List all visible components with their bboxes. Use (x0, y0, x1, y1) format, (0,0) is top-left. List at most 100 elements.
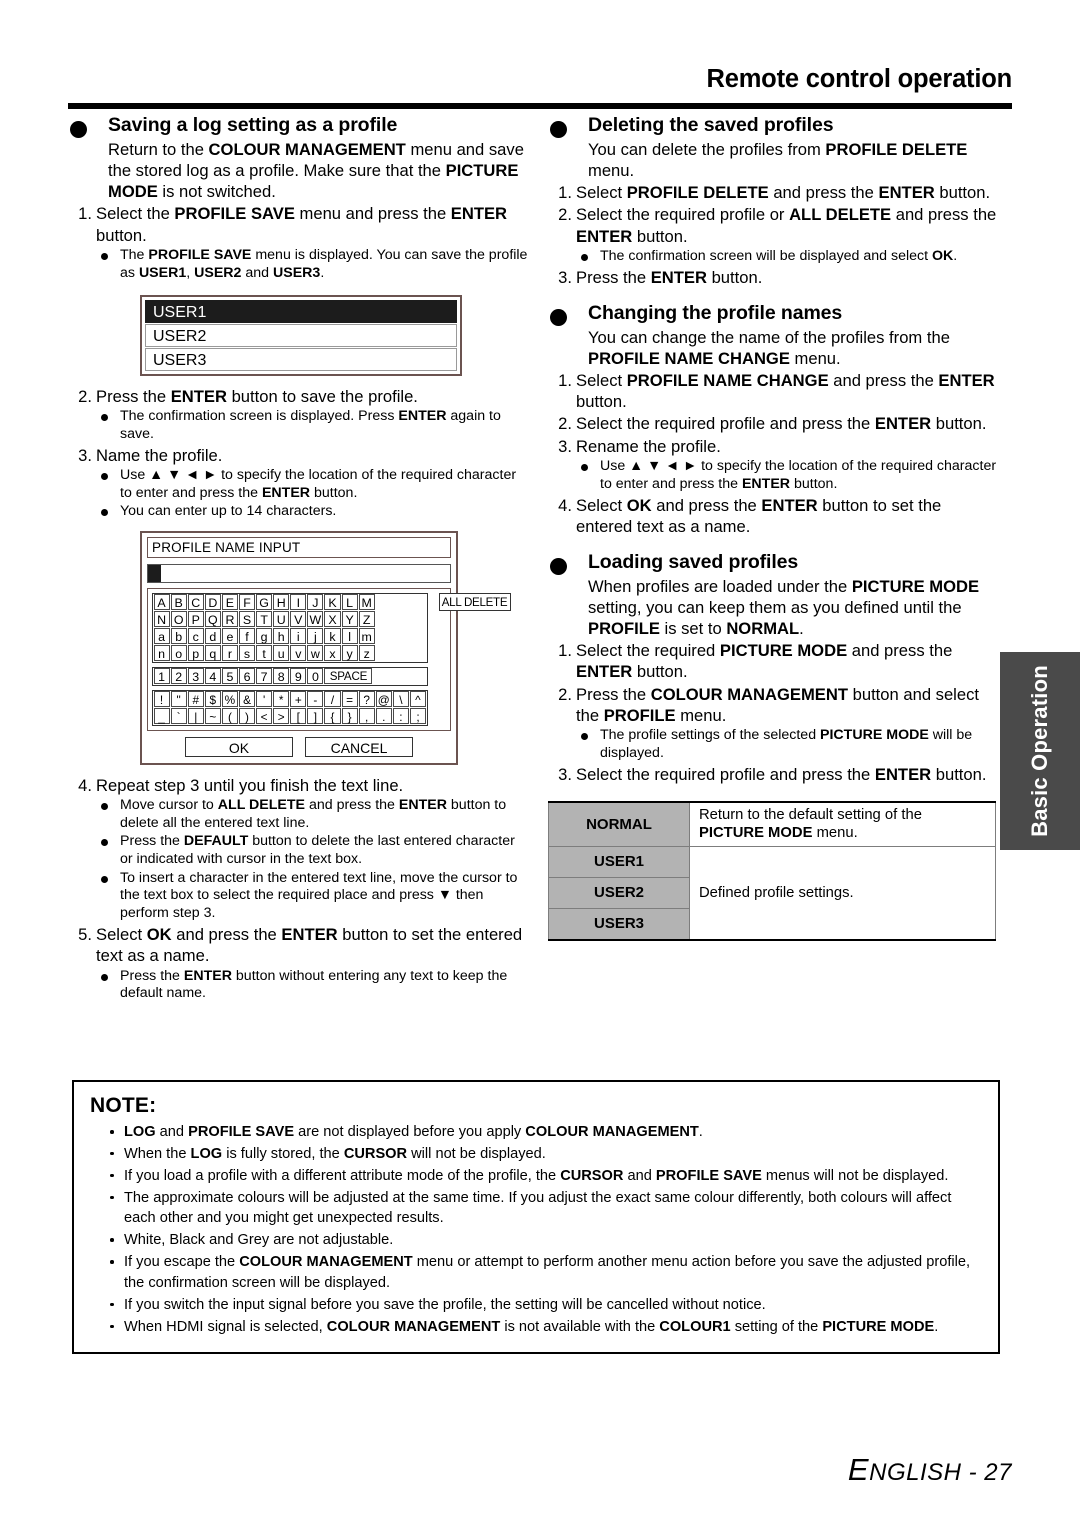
keyboard-key[interactable]: & (238, 691, 256, 708)
keyboard-key[interactable]: X (324, 611, 341, 628)
keyboard-key[interactable]: q (204, 645, 221, 662)
menu-item-user2[interactable]: USER2 (145, 323, 457, 347)
keyboard-key[interactable]: E (221, 594, 238, 611)
keyboard-key[interactable]: 0 (307, 668, 324, 685)
keyboard-key[interactable]: Q (204, 611, 221, 628)
keyboard-key[interactable]: n (153, 645, 170, 662)
keyboard-key[interactable]: ! (153, 691, 170, 708)
keyboard-key[interactable]: p (187, 645, 204, 662)
keyboard-key[interactable]: a (153, 628, 170, 645)
keyboard-key[interactable]: i (290, 628, 307, 645)
keyboard-key[interactable]: H (273, 594, 290, 611)
keyboard-key[interactable]: < (256, 708, 273, 725)
keyboard-key[interactable]: 7 (256, 668, 273, 685)
keyboard-key[interactable]: = (341, 691, 358, 708)
keyboard-key[interactable]: $ (204, 691, 221, 708)
keyboard-key[interactable]: } (341, 708, 358, 725)
keyboard-key[interactable]: V (290, 611, 307, 628)
keyboard-key[interactable]: ` (170, 708, 187, 725)
keyboard-key[interactable]: [ (290, 708, 307, 725)
keyboard-key[interactable]: x (324, 645, 341, 662)
keyboard-key[interactable]: w (307, 645, 324, 662)
keyboard-key[interactable]: t (256, 645, 273, 662)
keyboard-key[interactable]: K (324, 594, 341, 611)
keyboard-key[interactable]: M (358, 594, 375, 611)
keyboard-key[interactable]: k (324, 628, 341, 645)
menu-item-user3[interactable]: USER3 (145, 347, 457, 371)
keyboard-key[interactable]: , (358, 708, 375, 725)
keyboard-key[interactable]: b (170, 628, 187, 645)
keyboard-key[interactable]: G (256, 594, 273, 611)
keyboard-key[interactable]: ? (358, 691, 375, 708)
keyboard-key[interactable]: ~ (204, 708, 221, 725)
menu-item-user1[interactable]: USER1 (145, 299, 457, 323)
pni-text-input[interactable] (147, 563, 451, 583)
keyboard-key[interactable]: l (341, 628, 358, 645)
keyboard-key[interactable]: 6 (238, 668, 256, 685)
keyboard-key[interactable]: o (170, 645, 187, 662)
keyboard-key[interactable]: J (307, 594, 324, 611)
keyboard-key[interactable]: N (153, 611, 170, 628)
keyboard-key[interactable]: { (324, 708, 341, 725)
keyboard-key[interactable]: # (187, 691, 204, 708)
keyboard-key[interactable]: v (290, 645, 307, 662)
keyboard-key[interactable]: W (307, 611, 324, 628)
keyboard-key[interactable]: z (358, 645, 375, 662)
keyboard-key[interactable]: C (187, 594, 204, 611)
keyboard-key[interactable]: ; (409, 708, 426, 725)
keyboard-key[interactable]: I (290, 594, 307, 611)
keyboard-key[interactable]: O (170, 611, 187, 628)
ok-button[interactable]: OK (185, 736, 293, 757)
keyboard-key[interactable]: L (341, 594, 358, 611)
keyboard-key[interactable]: j (307, 628, 324, 645)
keyboard-key[interactable]: d (204, 628, 221, 645)
keyboard-key[interactable]: c (187, 628, 204, 645)
keyboard-key[interactable]: ^ (409, 691, 426, 708)
keyboard-key[interactable]: y (341, 645, 358, 662)
keyboard-key[interactable]: U (273, 611, 290, 628)
keyboard-key[interactable]: | (187, 708, 204, 725)
keyboard-key[interactable]: B (170, 594, 187, 611)
keyboard-key[interactable]: - (307, 691, 324, 708)
keyboard-key[interactable]: * (273, 691, 290, 708)
keyboard-key[interactable]: D (204, 594, 221, 611)
keyboard-key[interactable]: e (221, 628, 238, 645)
keyboard-key[interactable]: 8 (273, 668, 290, 685)
keyboard-key[interactable]: 1 (153, 668, 170, 685)
keyboard-key[interactable]: 2 (170, 668, 187, 685)
keyboard-key[interactable]: g (256, 628, 273, 645)
keyboard-key[interactable]: + (290, 691, 307, 708)
keyboard-key[interactable]: / (324, 691, 341, 708)
keyboard-key[interactable]: Z (358, 611, 375, 628)
keyboard-key[interactable]: h (273, 628, 290, 645)
keyboard-key[interactable]: . (375, 708, 392, 725)
keyboard-key[interactable]: " (170, 691, 187, 708)
keyboard-key[interactable]: \ (392, 691, 409, 708)
keyboard-key[interactable]: f (238, 628, 256, 645)
keyboard-key[interactable]: S (238, 611, 256, 628)
keyboard-key[interactable]: s (238, 645, 256, 662)
keyboard-key[interactable]: % (221, 691, 238, 708)
keyboard-key[interactable]: 4 (204, 668, 221, 685)
all-delete-button[interactable]: ALL DELETE (438, 592, 511, 611)
keyboard-key[interactable]: R (221, 611, 238, 628)
keyboard-key[interactable]: F (238, 594, 256, 611)
keyboard-key[interactable]: ( (221, 708, 238, 725)
keyboard-key[interactable]: ) (238, 708, 256, 725)
keyboard-key[interactable]: m (358, 628, 375, 645)
keyboard-key[interactable]: : (392, 708, 409, 725)
keyboard-key[interactable]: ' (256, 691, 273, 708)
keyboard-key[interactable]: 5 (221, 668, 238, 685)
keyboard-key[interactable]: 3 (187, 668, 204, 685)
keyboard-key[interactable]: u (273, 645, 290, 662)
keyboard-key[interactable]: 9 (290, 668, 307, 685)
keyboard-key[interactable]: A (153, 594, 170, 611)
keyboard-key[interactable]: > (273, 708, 290, 725)
keyboard-key[interactable]: ] (307, 708, 324, 725)
cancel-button[interactable]: CANCEL (305, 736, 413, 757)
keyboard-key[interactable]: T (256, 611, 273, 628)
keyboard-key[interactable]: r (221, 645, 238, 662)
keyboard-key[interactable]: P (187, 611, 204, 628)
keyboard-key[interactable]: Y (341, 611, 358, 628)
keyboard-key[interactable]: _ (153, 708, 170, 725)
